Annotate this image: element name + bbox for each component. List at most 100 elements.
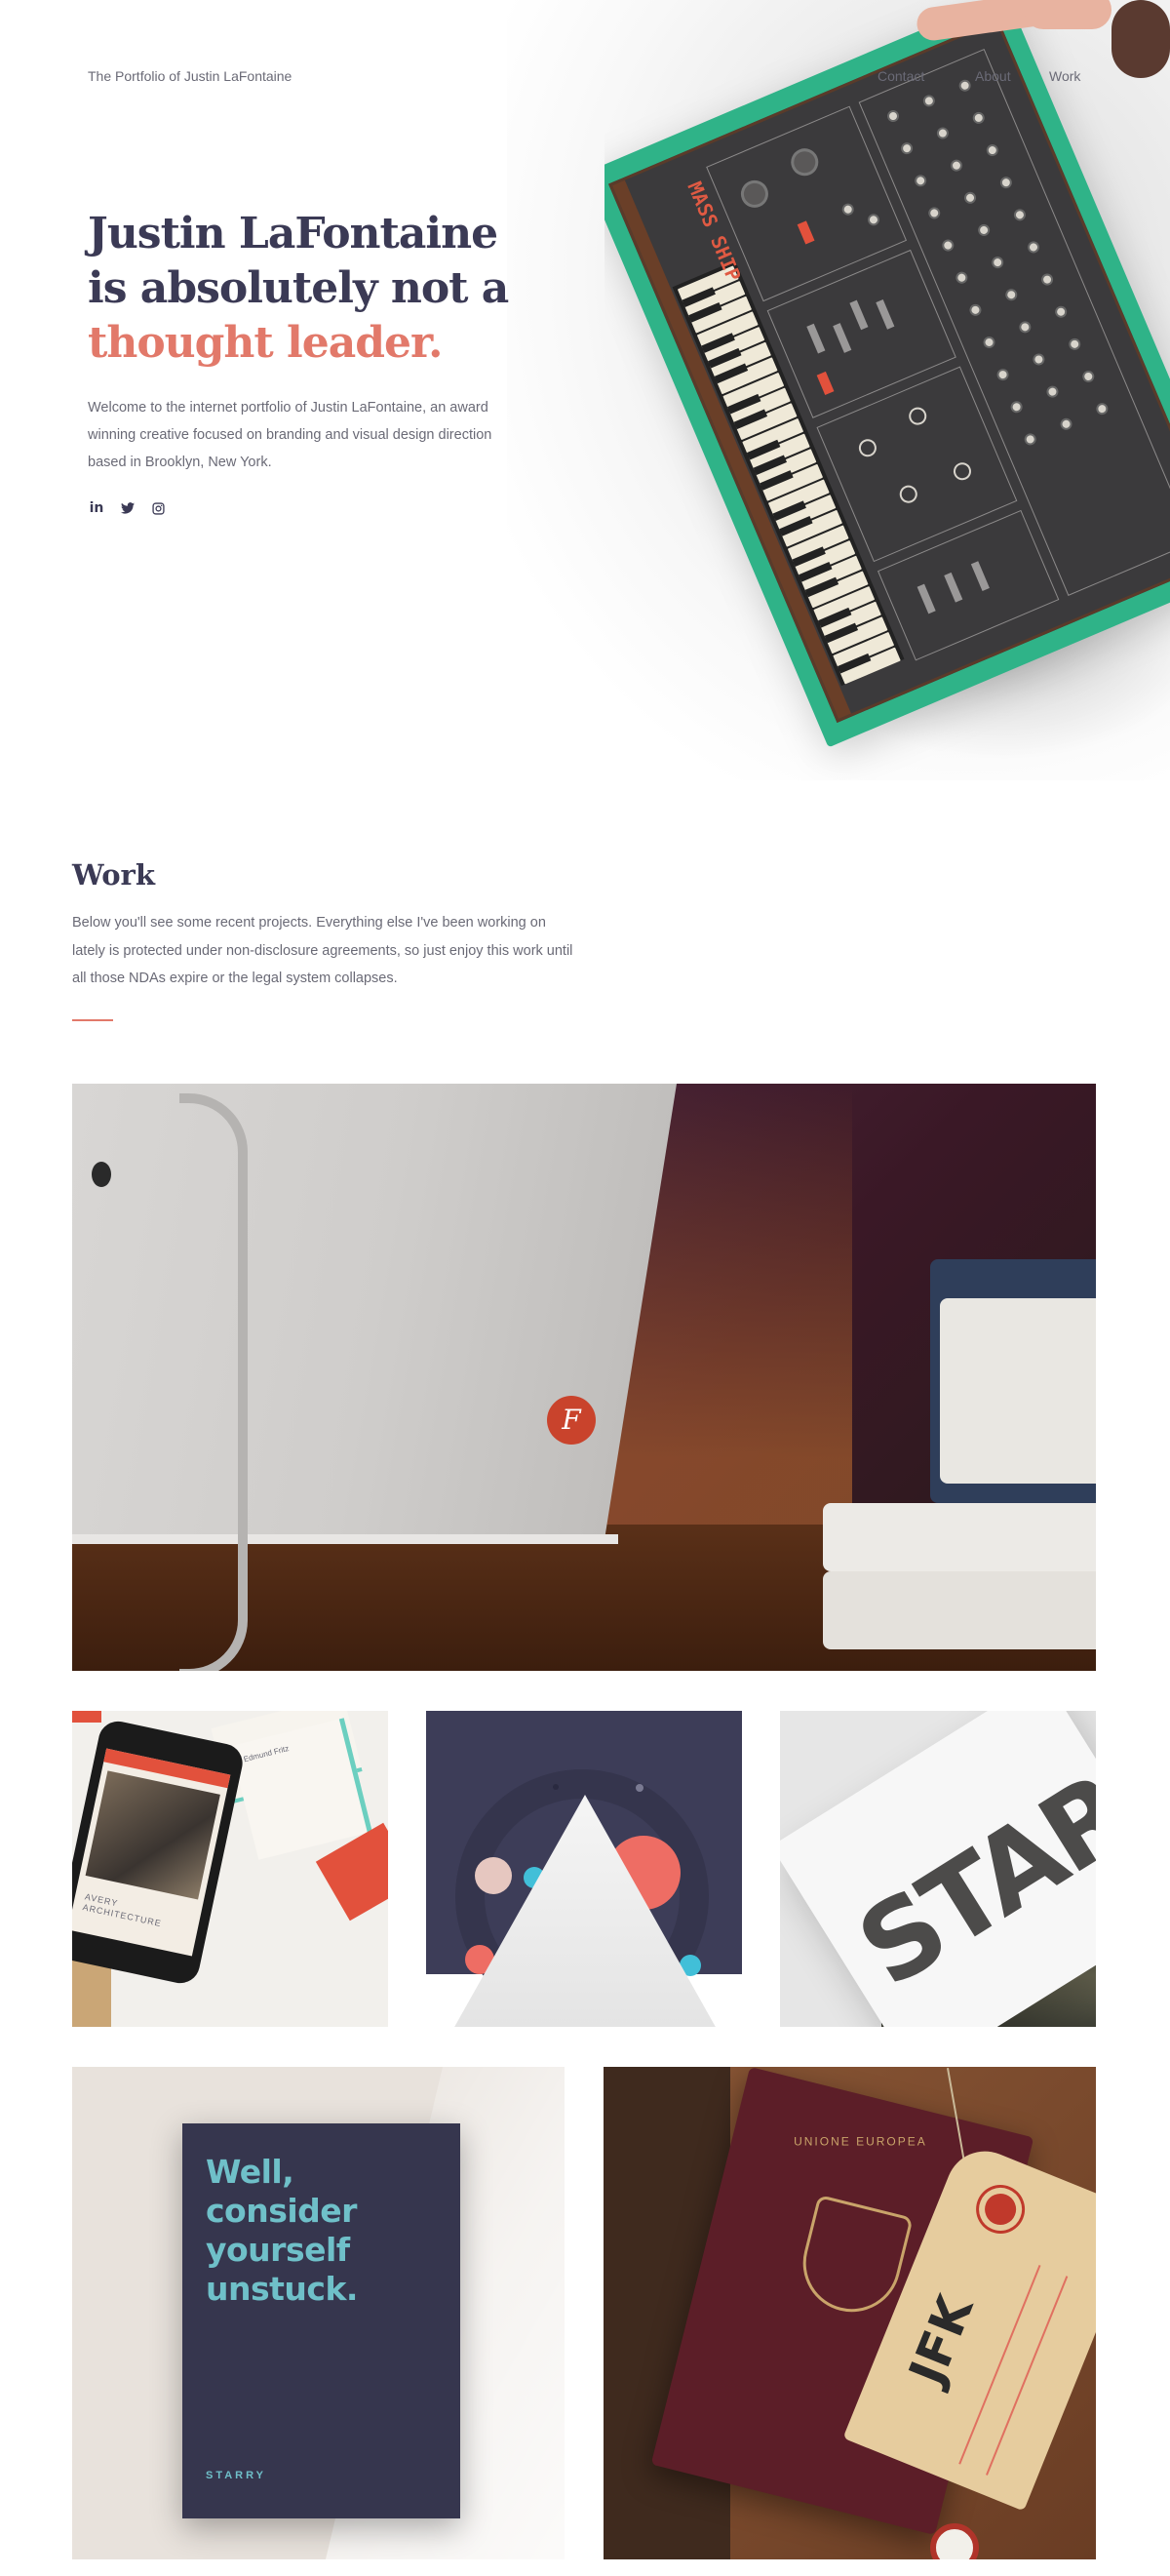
synth-slider (970, 561, 990, 591)
orange-edge (72, 1711, 101, 1723)
synth-knob (949, 157, 964, 174)
passport-text: UNIONE EUROPEA (794, 2134, 927, 2149)
synth-slider (944, 572, 963, 603)
synth-knob (856, 436, 879, 460)
project-jfk-passport[interactable]: UNIONE EUROPEA JFK (604, 2067, 1096, 2559)
synth-knob (951, 459, 974, 484)
f-logo-sticker: F (547, 1396, 596, 1445)
hero-title-accent: thought leader. (88, 318, 444, 368)
passport-crest (793, 2194, 914, 2322)
synth-knob (1003, 287, 1020, 303)
synth-knob (940, 237, 956, 254)
synth-knob (981, 335, 997, 350)
hand-dark (1112, 0, 1170, 78)
book (823, 1503, 1096, 1571)
synth-panel: MASS SHIP (608, 19, 1170, 723)
synth-knob (1080, 369, 1097, 384)
star-dot (553, 1784, 559, 1790)
synth-knob (1026, 239, 1041, 256)
tag-hole (972, 2181, 1029, 2238)
stationery-text: Edmund Fritz (242, 1744, 291, 1764)
synth-knob (1039, 271, 1055, 288)
planet-dot (475, 1857, 512, 1894)
synth-red-switch (816, 371, 835, 396)
project-starry-card[interactable]: STAR (780, 1711, 1096, 2027)
synth-knob (1008, 399, 1025, 416)
synth-knob (885, 108, 901, 124)
twitter-icon[interactable] (119, 499, 136, 517)
project-avery-phone[interactable]: Edmund Fritz AVERY ARCHITECTURE (72, 1711, 388, 2027)
phone-mockup: AVERY ARCHITECTURE (72, 1718, 247, 1987)
hand-finger (1024, 0, 1112, 29)
tag-line (958, 2264, 1041, 2465)
hero-synth-image: MASS SHIP (604, 0, 1170, 780)
synth-knob (1031, 351, 1047, 368)
instagram-icon[interactable] (149, 499, 167, 517)
synth-knob (1094, 401, 1111, 416)
synth-knob (967, 301, 984, 318)
hero-description: Welcome to the internet portfolio of Jus… (88, 400, 492, 470)
synth-slider (876, 299, 895, 330)
synth-knob (926, 205, 943, 221)
synth-knob (935, 125, 951, 141)
synth-knob (913, 173, 929, 189)
poster-brand: STARRY (206, 2470, 266, 2481)
site-title[interactable]: The Portfolio of Justin LaFontaine (88, 68, 292, 84)
project-space-triangle[interactable] (426, 1711, 742, 2027)
synth-slider (916, 583, 936, 614)
synth-knob (1067, 336, 1083, 352)
project-feature-laptop[interactable]: F (72, 1084, 1096, 1671)
synth-knob (1017, 319, 1034, 336)
synth-knob (839, 201, 856, 218)
synth-record-sleeve: MASS SHIP (604, 0, 1170, 748)
synth-knob (976, 222, 992, 238)
synth-knob (990, 255, 1006, 270)
synth-knob (954, 269, 970, 286)
synth-knob (906, 404, 930, 428)
hero-title-line-1: Justin LaFontaine (88, 209, 498, 258)
phone-screen: AVERY ARCHITECTURE (72, 1748, 231, 1957)
laptop-lid (72, 1084, 677, 1542)
project-unstuck-poster[interactable]: Well, consider yourself unstuck. STARRY (72, 2067, 565, 2559)
synth-knob (1044, 383, 1061, 400)
synth-knob (962, 189, 978, 206)
phone-card-text: AVERY ARCHITECTURE (81, 1891, 163, 1929)
poster: Well, consider yourself unstuck. STARRY (182, 2123, 460, 2518)
laptop-edge (72, 1534, 618, 1544)
book (823, 1571, 1096, 1649)
synth-knob (998, 175, 1014, 191)
stand-hole (92, 1162, 111, 1187)
nav-work[interactable]: Work (1049, 68, 1080, 84)
synth-knob (866, 212, 881, 228)
synth-knob (1053, 303, 1070, 320)
phone-screen-image (85, 1770, 220, 1900)
synth-knob (899, 140, 915, 157)
nav-about[interactable]: About (975, 68, 1011, 84)
nav-contact[interactable]: Contact (878, 68, 924, 84)
laptop-stand (179, 1093, 248, 1671)
hero-title: Justin LaFontaine is absolutely not a th… (88, 207, 509, 371)
synth-knob (786, 143, 823, 180)
work-divider (72, 1019, 113, 1021)
book-stack (823, 1259, 1096, 1669)
linkedin-icon[interactable]: in (88, 499, 105, 517)
poster-title: Well, consider yourself unstuck. (206, 2153, 358, 2308)
synth-slider (833, 323, 852, 353)
hand-image (915, 0, 1170, 88)
star-dot (636, 1784, 644, 1792)
synth-knob (896, 482, 920, 506)
work-description: Below you'll see some recent projects. E… (72, 915, 573, 986)
synth-knob (920, 93, 937, 109)
synth-knob (994, 367, 1011, 382)
work-title: Work (72, 858, 155, 892)
synth-knob (984, 142, 1000, 158)
synth-knob (1058, 416, 1074, 432)
synth-knob (1022, 431, 1038, 448)
synth-knob (970, 110, 987, 126)
hero-title-line-2: is absolutely not a (88, 263, 509, 313)
synth-red-switch (797, 220, 815, 245)
synth-slider (849, 299, 869, 331)
synth-slider (806, 323, 826, 354)
book-pages (940, 1298, 1096, 1484)
tag-code: JFK (898, 2287, 985, 2393)
